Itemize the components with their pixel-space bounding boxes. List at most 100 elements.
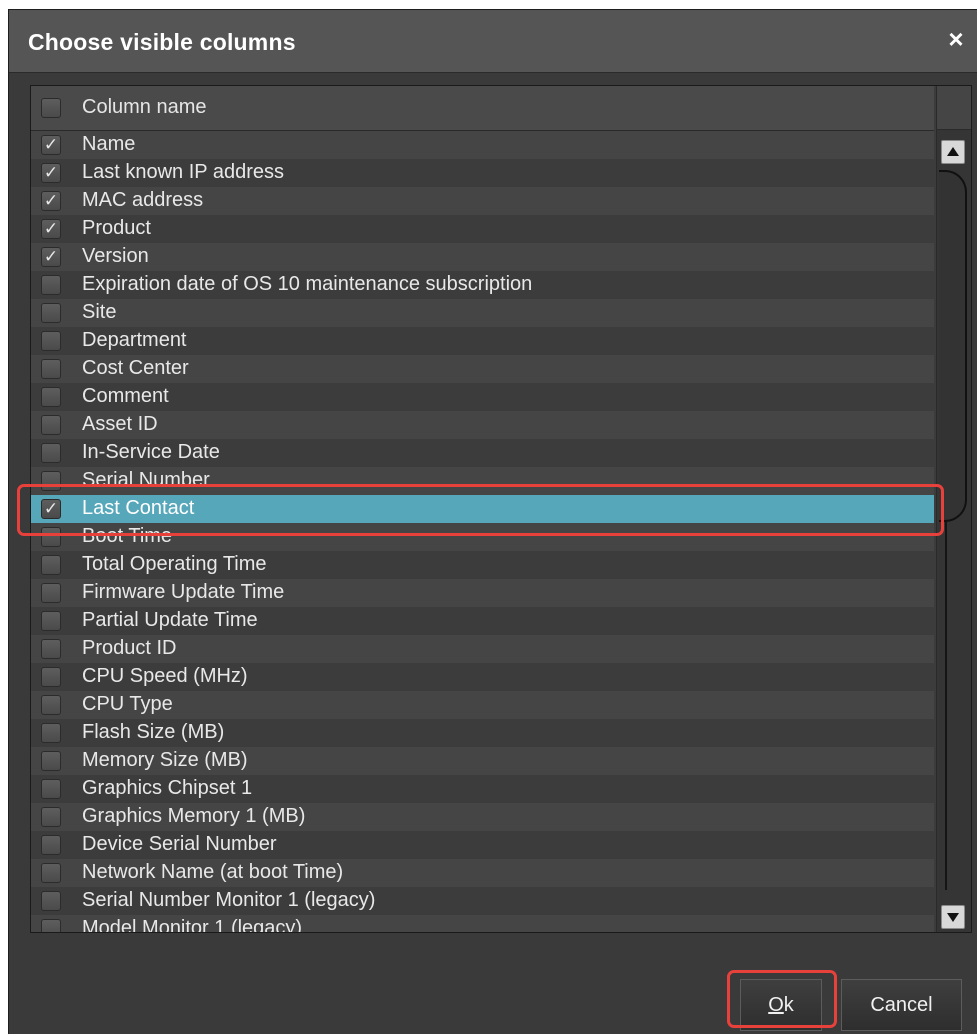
table-row[interactable]: Partial Update Time (31, 607, 934, 635)
column-label: In-Service Date (82, 441, 220, 463)
column-label: Partial Update Time (82, 609, 258, 631)
table-row[interactable]: Flash Size (MB) (31, 719, 934, 747)
column-checkbox[interactable] (41, 359, 61, 379)
column-label: Device Serial Number (82, 833, 277, 855)
column-checkbox[interactable] (41, 611, 61, 631)
table-row[interactable]: Network Name (at boot Time) (31, 859, 934, 887)
column-checkbox[interactable] (41, 471, 61, 491)
column-label: Firmware Update Time (82, 581, 285, 603)
column-label: Boot Time (82, 525, 173, 547)
column-label: CPU Speed (MHz) (82, 665, 248, 687)
table-row[interactable]: ✓ Name (31, 131, 934, 159)
arrow-down-icon (947, 913, 959, 922)
table-row[interactable]: Boot Time (31, 523, 934, 551)
header-corner (936, 86, 971, 130)
ok-mnemonic: O (768, 994, 784, 1016)
column-label: Name (82, 133, 136, 155)
column-checkbox[interactable]: ✓ (41, 499, 61, 519)
column-checkbox[interactable] (41, 415, 61, 435)
column-label: Network Name (at boot Time) (82, 861, 344, 883)
column-label: Last known IP address (82, 161, 284, 183)
column-label: Product ID (82, 637, 177, 659)
table-row[interactable]: Expiration date of OS 10 maintenance sub… (31, 271, 934, 299)
column-checkbox[interactable] (41, 387, 61, 407)
column-checkbox[interactable] (41, 555, 61, 575)
column-label: Graphics Chipset 1 (82, 777, 253, 799)
column-checkbox[interactable] (41, 779, 61, 799)
column-label: Memory Size (MB) (82, 749, 248, 771)
column-checkbox[interactable]: ✓ (41, 135, 61, 155)
column-checkbox[interactable] (41, 331, 61, 351)
arrow-up-icon (947, 147, 959, 156)
table-row[interactable]: Asset ID (31, 411, 934, 439)
ok-label-rest: k (783, 994, 794, 1016)
table-row[interactable]: Cost Center (31, 355, 934, 383)
table-row[interactable]: Total Operating Time (31, 551, 934, 579)
column-label: Flash Size (MB) (82, 721, 225, 743)
table-row[interactable]: ✓ Version (31, 243, 934, 271)
table-row[interactable]: Department (31, 327, 934, 355)
select-all-checkbox[interactable] (41, 98, 61, 118)
table-row[interactable]: Memory Size (MB) (31, 747, 934, 775)
table-row[interactable]: Model Monitor 1 (legacy) (31, 915, 934, 933)
table-row[interactable]: Site (31, 299, 934, 327)
column-label: MAC address (82, 189, 204, 211)
table-row[interactable]: Graphics Memory 1 (MB) (31, 803, 934, 831)
vertical-scrollbar[interactable] (936, 130, 971, 932)
column-checkbox[interactable] (41, 807, 61, 827)
column-checkbox[interactable]: ✓ (41, 163, 61, 183)
column-checkbox[interactable] (41, 639, 61, 659)
table-row[interactable]: In-Service Date (31, 439, 934, 467)
table-row[interactable]: Graphics Chipset 1 (31, 775, 934, 803)
column-checkbox[interactable]: ✓ (41, 247, 61, 267)
column-label: Product (82, 217, 151, 239)
ok-button[interactable]: Ok (740, 979, 822, 1031)
column-label: Last Contact (82, 497, 195, 519)
column-checkbox[interactable] (41, 275, 61, 295)
column-list: ✓ Name ✓ Last known IP address ✓ MAC address ✓… (31, 131, 934, 933)
table-row[interactable]: CPU Type (31, 691, 934, 719)
column-label: Expiration date of OS 10 maintenance sub… (82, 273, 533, 295)
column-checkbox[interactable] (41, 667, 61, 687)
column-label: Model Monitor 1 (legacy) (82, 917, 303, 933)
table-header: Column name (31, 86, 934, 131)
column-checkbox[interactable]: ✓ (41, 219, 61, 239)
column-checkbox[interactable]: ✓ (41, 191, 61, 211)
dialog-title: Choose visible columns (28, 29, 296, 55)
table-row[interactable]: Serial Number (31, 467, 934, 495)
table-row[interactable]: Device Serial Number (31, 831, 934, 859)
column-checkbox[interactable] (41, 443, 61, 463)
dialog-titlebar: Choose visible columns × (9, 10, 977, 73)
column-label: Comment (82, 385, 169, 407)
column-checkbox[interactable] (41, 695, 61, 715)
table-row[interactable]: ✓ Last Contact (31, 495, 934, 523)
column-checkbox[interactable] (41, 527, 61, 547)
column-checkbox[interactable] (41, 751, 61, 771)
table-row[interactable]: ✓ Product (31, 215, 934, 243)
table-row[interactable]: Firmware Update Time (31, 579, 934, 607)
scroll-down-button[interactable] (941, 905, 965, 929)
table-row[interactable]: Serial Number Monitor 1 (legacy) (31, 887, 934, 915)
table-row[interactable]: ✓ MAC address (31, 187, 934, 215)
table-row[interactable]: ✓ Last known IP address (31, 159, 934, 187)
column-checkbox[interactable] (41, 583, 61, 603)
column-checkbox[interactable] (41, 891, 61, 911)
column-label: Version (82, 245, 149, 267)
column-label: Total Operating Time (82, 553, 267, 575)
table-row[interactable]: Comment (31, 383, 934, 411)
scroll-up-button[interactable] (941, 140, 965, 164)
column-label: Cost Center (82, 357, 189, 379)
column-name-header[interactable]: Column name (82, 96, 207, 119)
column-label: Serial Number (82, 469, 210, 491)
column-checkbox[interactable] (41, 723, 61, 743)
column-checkbox[interactable] (41, 835, 61, 855)
column-checkbox[interactable] (41, 863, 61, 883)
cancel-button[interactable]: Cancel (841, 979, 962, 1031)
column-checkbox[interactable] (41, 303, 61, 323)
table-row[interactable]: CPU Speed (MHz) (31, 663, 934, 691)
close-icon[interactable]: × (943, 26, 969, 52)
column-label: Graphics Memory 1 (MB) (82, 805, 306, 827)
scroll-thumb[interactable] (939, 170, 967, 522)
column-checkbox[interactable] (41, 919, 61, 932)
table-row[interactable]: Product ID (31, 635, 934, 663)
